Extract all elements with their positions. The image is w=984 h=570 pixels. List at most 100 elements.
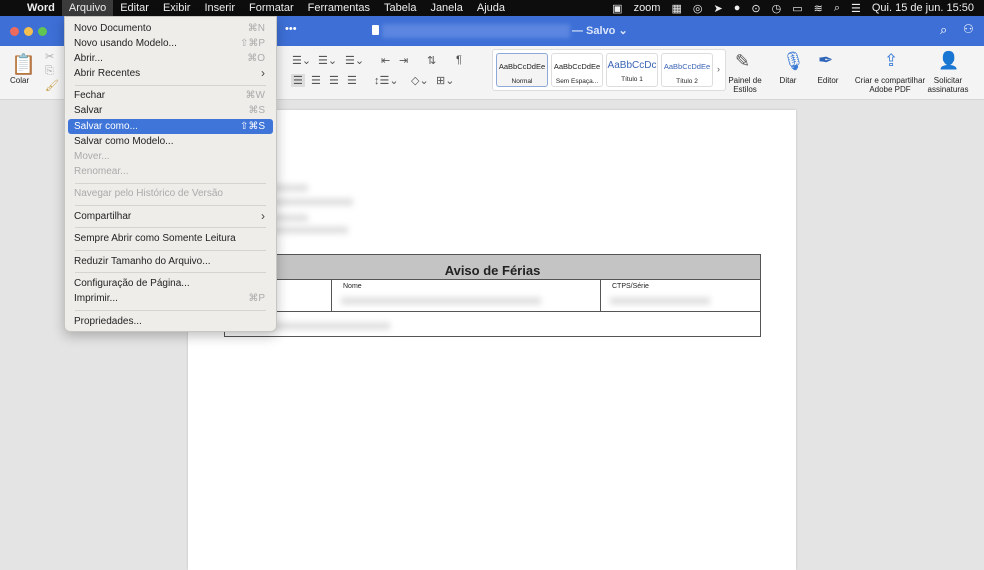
align-left-icon[interactable]: ☰ — [291, 74, 305, 87]
menu-inserir[interactable]: Inserir — [197, 0, 242, 16]
menu-item-fechar[interactable]: Fechar ⌘W — [68, 88, 273, 103]
chevron-right-icon: › — [261, 66, 265, 80]
creative-cloud-icon[interactable]: ◎ — [693, 2, 703, 15]
styles-more-chevron-icon[interactable]: › — [717, 64, 720, 74]
menu-item-somente-leitura[interactable]: Sempre Abrir como Somente Leitura — [68, 231, 273, 246]
style-sem-espacamento[interactable]: AaBbCcDdEe Sem Espaça... — [551, 53, 603, 87]
app-icon[interactable]: ▦ — [671, 2, 681, 15]
menu-exibir[interactable]: Exibir — [156, 0, 198, 16]
copy-icon[interactable]: ⎘ — [45, 65, 54, 78]
request-signatures-label[interactable]: Solicitar assinaturas — [926, 76, 970, 94]
label: Salvar — [74, 105, 103, 116]
vacation-notice-table: Aviso de Férias Nome CTPS/Série — [224, 254, 761, 337]
decrease-indent-icon[interactable]: ⇤ — [381, 54, 390, 67]
cut-icon[interactable]: ✂ — [45, 50, 54, 63]
bullets-icon[interactable]: ☰⌄ — [292, 54, 311, 67]
control-center-icon[interactable]: ☰ — [851, 2, 861, 15]
clock[interactable]: Qui. 15 de jun. 15:50 — [872, 2, 974, 14]
align-right-icon[interactable]: ☰ — [329, 74, 339, 87]
menu-item-configuracao-pagina[interactable]: Configuração de Página... — [68, 276, 273, 291]
battery-icon[interactable]: ▭ — [792, 2, 802, 15]
menu-ajuda[interactable]: Ajuda — [470, 0, 512, 16]
shortcut: ⇧⌘P — [239, 38, 265, 49]
style-label: Título 2 — [676, 78, 698, 85]
globe-icon[interactable]: ● — [734, 2, 741, 14]
menu-item-compartilhar[interactable]: Compartilhar › — [68, 209, 273, 224]
styles-pane-label[interactable]: Painel de Estilos — [724, 76, 766, 94]
adobe-pdf-label[interactable]: Criar e compartilhar Adobe PDF — [852, 76, 928, 94]
menu-ferramentas[interactable]: Ferramentas — [301, 0, 377, 16]
style-titulo-2[interactable]: AaBbCcDdEe Título 2 — [661, 53, 713, 87]
menu-word[interactable]: Word — [20, 0, 62, 16]
shading-icon[interactable]: ◇⌄ — [411, 74, 429, 87]
more-button[interactable]: ••• — [285, 23, 297, 35]
menu-item-abrir[interactable]: Abrir... ⌘O — [68, 51, 273, 66]
play-icon[interactable]: ⊙ — [751, 2, 760, 15]
paste-label[interactable]: Colar — [10, 76, 29, 85]
zoom-button[interactable] — [38, 27, 47, 36]
arquivo-menu: Novo Documento ⌘N Novo usando Modelo... ⇧⌘… — [64, 16, 277, 332]
wifi-icon[interactable]: ≋ — [814, 2, 823, 15]
style-sample: AaBbCcDdEe — [553, 62, 601, 71]
menu-item-abrir-recentes[interactable]: Abrir Recentes › — [68, 66, 273, 81]
menu-item-novo-documento[interactable]: Novo Documento ⌘N — [68, 21, 273, 36]
multilevel-list-icon[interactable]: ☰⌄ — [345, 54, 364, 67]
numbering-icon[interactable]: ☰⌄ — [318, 54, 337, 67]
document-page[interactable]: Aviso de Férias Nome CTPS/Série — [188, 110, 796, 570]
label: Salvar como Modelo... — [74, 136, 174, 147]
share-icon[interactable]: ⚇ — [963, 22, 974, 36]
label: Novo Documento — [74, 23, 152, 34]
borders-icon[interactable]: ⊞⌄ — [436, 74, 454, 87]
editor-label[interactable]: Editor — [814, 76, 842, 85]
search-icon[interactable]: ⌕ — [940, 22, 947, 38]
menu-tabela[interactable]: Tabela — [377, 0, 423, 16]
minimize-button[interactable] — [24, 27, 33, 36]
adobe-pdf-icon[interactable]: ⇪ — [884, 51, 898, 71]
menu-item-salvar[interactable]: Salvar ⌘S — [68, 103, 273, 118]
style-titulo-1[interactable]: AaBbCcDc Título 1 — [606, 53, 658, 87]
signature-icon[interactable]: 👤 — [938, 51, 959, 71]
format-painter-icon[interactable]: 🖌 — [45, 79, 59, 92]
menu-item-reduzir-tamanho[interactable]: Reduzir Tamanho do Arquivo... — [68, 254, 273, 269]
style-normal[interactable]: AaBbCcDdEe Normal — [496, 53, 548, 87]
justify-icon[interactable]: ☰ — [347, 74, 357, 87]
close-button[interactable] — [10, 27, 19, 36]
menu-item-historico-versao: Navegar pelo Histórico de Versão — [68, 186, 273, 201]
editor-icon[interactable]: ✒ — [818, 50, 833, 71]
drive-icon[interactable]: ▣ — [612, 2, 622, 15]
menu-janela[interactable]: Janela — [423, 0, 469, 16]
time-machine-icon[interactable]: ◷ — [772, 2, 782, 15]
line-spacing-icon[interactable]: ↕☰⌄ — [374, 74, 399, 87]
sort-icon[interactable]: ⇅ — [427, 54, 436, 67]
document-title-redacted — [382, 24, 570, 38]
redacted-name — [341, 297, 541, 305]
menu-item-propriedades[interactable]: Propriedades... — [68, 314, 273, 329]
style-label: Sem Espaça... — [555, 78, 599, 85]
menu-formatar[interactable]: Formatar — [242, 0, 301, 16]
microphone-icon[interactable]: 🎙 — [782, 51, 805, 72]
menu-item-novo-modelo[interactable]: Novo usando Modelo... ⇧⌘P — [68, 36, 273, 51]
menu-item-imprimir[interactable]: Imprimir... ⌘P — [68, 291, 273, 306]
increase-indent-icon[interactable]: ⇥ — [399, 54, 408, 67]
chevron-right-icon: › — [261, 209, 265, 223]
label: Novo usando Modelo... — [74, 38, 177, 49]
styles-pane-icon[interactable]: ✎ — [735, 51, 750, 72]
table-title: Aviso de Férias — [225, 255, 760, 280]
menu-item-salvar-como-modelo[interactable]: Salvar como Modelo... — [68, 134, 273, 149]
menu-arquivo[interactable]: Arquivo — [61, 0, 114, 16]
label: Imprimir... — [74, 293, 118, 304]
zoom-status[interactable]: zoom — [634, 2, 661, 14]
redacted-text — [268, 226, 348, 234]
search-icon[interactable]: ⌕ — [834, 2, 840, 15]
menu-editar[interactable]: Editar — [113, 0, 156, 16]
paste-icon[interactable]: 📋 — [11, 52, 36, 77]
telegram-icon[interactable]: ➤ — [713, 2, 722, 15]
save-status[interactable]: — Salvo ⌄ — [572, 24, 628, 37]
label: Configuração de Página... — [74, 278, 190, 289]
align-center-icon[interactable]: ☰ — [311, 74, 321, 87]
menu-bar: Word Arquivo Editar Exibir Inserir Forma… — [0, 0, 984, 16]
pilcrow-icon[interactable]: ¶ — [456, 54, 462, 66]
menu-item-salvar-como[interactable]: Salvar como... ⇧⌘S — [68, 119, 273, 134]
style-label: Normal — [511, 78, 533, 85]
dictate-label[interactable]: Ditar — [776, 76, 800, 85]
